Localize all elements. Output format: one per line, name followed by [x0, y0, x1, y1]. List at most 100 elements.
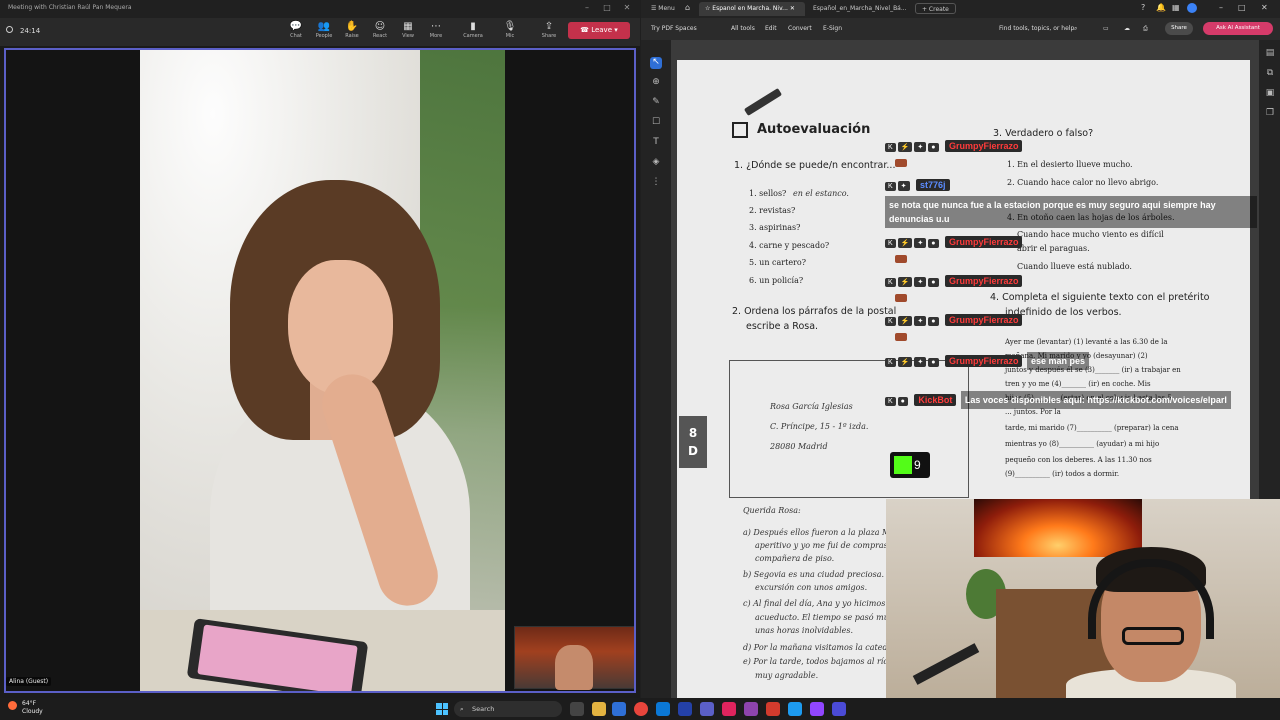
teams-titlebar: Meeting with Christian Raúl Pan Mequera …: [0, 0, 640, 18]
people-button[interactable]: 👥 People: [311, 20, 337, 44]
participant-video[interactable]: [140, 50, 505, 691]
maximize-icon[interactable]: □: [602, 3, 612, 13]
people-icon: 👥: [317, 21, 331, 32]
star-badge-icon: ✦: [914, 238, 927, 248]
acrobat-icon[interactable]: [766, 702, 780, 716]
all-tools-menu[interactable]: All tools: [731, 25, 755, 32]
app-icon[interactable]: [832, 702, 846, 716]
mic-icon: 🎙: [503, 21, 517, 32]
taskbar-search[interactable]: ⌕ Search: [454, 701, 562, 717]
pdf-spaces-button[interactable]: Try PDF Spaces: [651, 25, 697, 32]
raise-button[interactable]: ✋ Raise: [339, 20, 365, 44]
unit-side-tab: 8D: [679, 416, 707, 468]
kick-badge-icon: K: [885, 143, 896, 152]
chevron-down-icon[interactable]: ▾: [614, 26, 618, 34]
chat-username: GrumpyFierrazo: [944, 275, 1023, 287]
close-icon[interactable]: ✕: [1261, 3, 1268, 12]
bell-icon[interactable]: 🔔: [1156, 3, 1166, 12]
share-screen-button[interactable]: ⇪ Share: [536, 20, 562, 44]
print-icon[interactable]: ⎙: [1143, 25, 1148, 33]
chat-message: K ⚡ ✦ ● GrumpyFierrazo: [885, 310, 1257, 346]
emote-icon: [895, 333, 907, 341]
share-icon: ⇪: [544, 21, 554, 32]
shield-icon: [6, 26, 13, 33]
teams-icon[interactable]: [700, 702, 714, 716]
menu-button[interactable]: ☰ Menu: [645, 2, 681, 16]
chat-button[interactable]: 💬 Chat: [283, 20, 309, 44]
maximize-icon[interactable]: □: [1238, 3, 1246, 12]
zoom-tool-icon[interactable]: ⊕: [650, 77, 662, 89]
chat-username: KickBot: [914, 394, 957, 406]
close-icon[interactable]: ✕: [622, 3, 632, 13]
task-view-icon[interactable]: [570, 702, 584, 716]
select-tool-icon[interactable]: ↖: [650, 57, 662, 69]
react-button[interactable]: ☺ React: [367, 20, 393, 44]
chat-username: GrumpyFierrazo: [944, 314, 1023, 326]
kick-badge-icon: K: [885, 397, 896, 406]
chat-message: K ⚡ ✦ ● GrumpyFierrazo: [885, 136, 1257, 172]
home-icon[interactable]: ⌂: [685, 3, 690, 12]
text-tool-icon[interactable]: T: [650, 137, 662, 149]
comment-panel-icon[interactable]: ▤: [1264, 48, 1276, 60]
avatar[interactable]: [1187, 3, 1197, 13]
chat-message-text: ese man pes: [1026, 352, 1089, 370]
pen-tool-icon[interactable]: ✎: [650, 97, 662, 109]
meeting-toolbar: 24:14 💬 Chat 👥 People ✋ Raise ☺ React ▦ View …: [0, 18, 640, 46]
pages-panel-icon[interactable]: ▣: [1264, 88, 1276, 100]
search-icon[interactable]: ⌕: [1074, 25, 1077, 33]
convert-menu[interactable]: Convert: [788, 25, 812, 32]
leave-button[interactable]: ☎ Leave ▾: [568, 22, 630, 39]
view-button[interactable]: ▦ View: [395, 20, 421, 44]
file-explorer-icon[interactable]: [592, 702, 606, 716]
create-button[interactable]: + Create: [915, 3, 956, 14]
start-icon[interactable]: [436, 703, 448, 715]
mic-button[interactable]: 🎙 Mic: [497, 20, 523, 44]
edit-menu[interactable]: Edit: [765, 25, 777, 32]
weather-widget[interactable]: 64°F Cloudy: [8, 700, 43, 716]
participant-face: [288, 260, 393, 395]
star-badge-icon: ✦: [914, 142, 927, 152]
chat-message-text: se nota que nunca fue a la estacion porq…: [885, 196, 1257, 228]
self-view-video[interactable]: [514, 626, 634, 690]
ask-ai-assistant-button[interactable]: Ask AI Assistant: [1203, 22, 1273, 35]
kick-badge-icon: K: [885, 239, 896, 248]
kick-badge-icon: K: [885, 358, 896, 367]
app-icon[interactable]: [744, 702, 758, 716]
cloud-upload-icon[interactable]: ☁: [1124, 25, 1130, 32]
gift-badge-icon: ●: [928, 143, 939, 152]
minimize-icon[interactable]: –: [1219, 3, 1223, 12]
kick-points-widget: 9: [890, 452, 930, 478]
points-count: 9: [914, 458, 921, 472]
emote-icon: [895, 255, 907, 263]
search-icon: ⌕: [460, 705, 464, 713]
more-button[interactable]: ⋯ More: [423, 20, 449, 44]
tab-espanol-en-marcha[interactable]: ☆ Espanol en Marcha. Niv... ✕: [699, 2, 805, 16]
tools-search[interactable]: Find tools, topics, or help: [999, 25, 1074, 32]
kick-logo-icon: [894, 456, 912, 474]
chat-message: K ⚡ ✦ ● GrumpyFierrazo: [885, 271, 1257, 307]
more-tools-icon[interactable]: ⋮: [650, 177, 662, 189]
gift-badge-icon: ●: [928, 358, 939, 367]
app-icon[interactable]: [722, 702, 736, 716]
share-button[interactable]: Share: [1165, 22, 1193, 35]
edge-icon[interactable]: [612, 702, 626, 716]
stamp-tool-icon[interactable]: ◈: [650, 157, 662, 169]
apps-grid-icon[interactable]: ▦: [1172, 3, 1180, 12]
camera-button[interactable]: ▮ Camera: [460, 20, 486, 44]
copy-panel-icon[interactable]: ❐: [1264, 108, 1276, 120]
outlook-icon[interactable]: [656, 702, 670, 716]
star-badge-icon: ✦: [914, 316, 927, 326]
comment-tool-icon[interactable]: ☐: [650, 117, 662, 129]
app-icon[interactable]: [788, 702, 802, 716]
help-icon[interactable]: ?: [1141, 3, 1145, 12]
protect-icon[interactable]: ▭: [1103, 25, 1109, 32]
bookmark-panel-icon[interactable]: ⧉: [1264, 68, 1276, 80]
chrome-icon[interactable]: [634, 702, 648, 716]
chat-username: st776j: [916, 179, 950, 191]
word-icon[interactable]: [678, 702, 692, 716]
app-icon[interactable]: [810, 702, 824, 716]
minimize-icon[interactable]: –: [582, 3, 592, 13]
esign-menu[interactable]: E-Sign: [823, 25, 842, 32]
raise-hand-icon: ✋: [345, 21, 359, 32]
tab-espanol-nivel-basico[interactable]: Español_en_Marcha_Nivel_Bá...: [807, 2, 911, 16]
